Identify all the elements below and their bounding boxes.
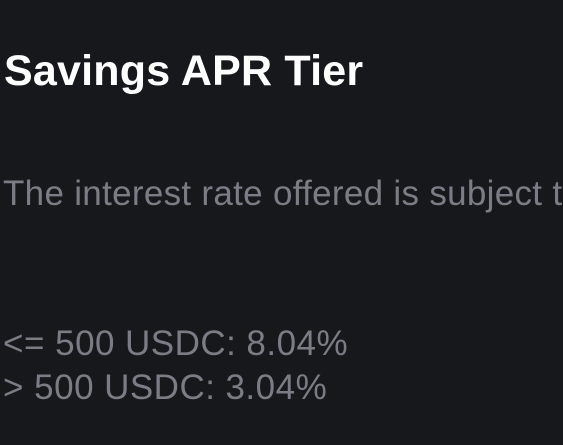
apr-tier-row: <= 500 USDC: 8.04%	[3, 322, 348, 366]
savings-apr-tier-panel: Savings APR Tier The interest rate offer…	[0, 0, 563, 445]
apr-tier-list: <= 500 USDC: 8.04% > 500 USDC: 3.04%	[3, 322, 348, 410]
apr-description: The interest rate offered is subject to …	[3, 174, 563, 213]
tier-condition: <= 500	[3, 324, 115, 363]
tier-condition: > 500	[3, 368, 95, 407]
tier-rate: 3.04%	[225, 368, 328, 407]
panel-title: Savings APR Tier	[4, 47, 364, 95]
tier-asset: USDC:	[125, 324, 237, 363]
apr-tier-row: > 500 USDC: 3.04%	[3, 366, 348, 410]
tier-asset: USDC:	[104, 368, 216, 407]
tier-rate: 8.04%	[246, 324, 349, 363]
